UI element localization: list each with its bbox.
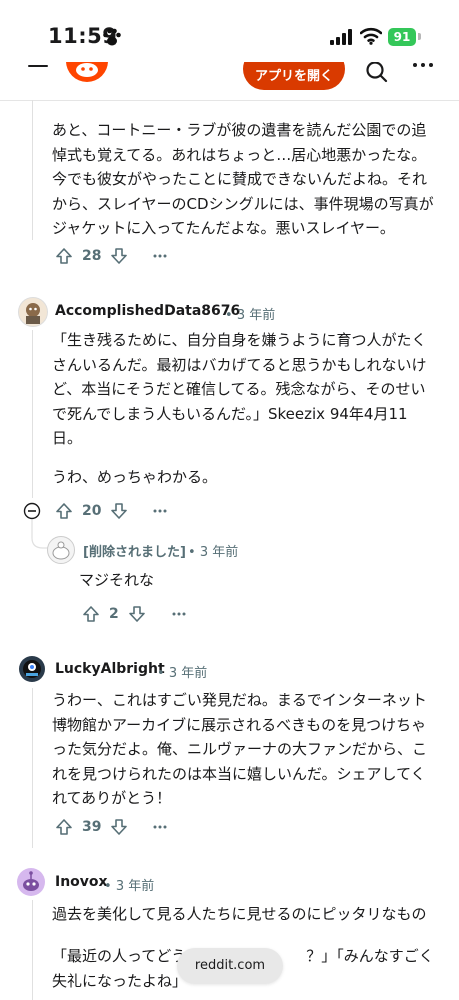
downvote-icon[interactable] xyxy=(110,818,128,836)
wifi-icon xyxy=(360,27,382,45)
comment-body: あと、コートニー・ラブが彼の遺書を読んだ公園での追悼式も覚えてる。あれはちょっと… xyxy=(52,121,434,237)
more-options-icon[interactable] xyxy=(153,254,167,258)
more-options-icon[interactable] xyxy=(153,825,167,829)
comment-actions: 39 xyxy=(55,818,255,838)
cellular-signal-icon xyxy=(330,29,352,45)
avatar-image xyxy=(23,660,41,678)
comment-actions: 28 xyxy=(55,247,255,267)
meta-dot: • xyxy=(157,666,169,681)
comment-actions: 2 xyxy=(82,605,282,625)
avatar[interactable] xyxy=(19,656,45,682)
comment-body: マジそれな xyxy=(79,571,155,589)
avatar[interactable] xyxy=(17,868,45,896)
avatar-image xyxy=(26,303,40,324)
comment-meta: • 3 年前 xyxy=(188,541,238,560)
comment-author[interactable]: LuckyAlbright xyxy=(55,661,165,677)
downvote-icon[interactable] xyxy=(110,502,128,520)
meta-dot: • xyxy=(104,879,116,894)
avatar[interactable] xyxy=(18,297,48,327)
comment-actions: 20 xyxy=(55,502,255,522)
comment-meta: • 3 年前 xyxy=(157,662,207,681)
collapse-thread-icon[interactable] xyxy=(23,502,41,520)
comment-body: 過去を美化して見る人たちに見せるのにピッタリなもの xyxy=(52,905,427,923)
meta-dot: • xyxy=(225,308,237,323)
search-icon[interactable] xyxy=(365,62,389,84)
reddit-logo-icon[interactable] xyxy=(66,62,108,82)
avatar-image xyxy=(23,871,39,891)
downvote-icon[interactable] xyxy=(110,247,128,265)
deleted-avatar-icon xyxy=(52,541,70,560)
comment-author[interactable]: AccomplishedData8676 xyxy=(55,303,240,319)
paw-icon xyxy=(103,28,121,46)
more-options-icon[interactable] xyxy=(412,62,434,68)
battery-nub xyxy=(418,33,421,40)
vote-count: 28 xyxy=(82,248,102,264)
upvote-icon[interactable] xyxy=(55,502,73,520)
comment-body: 「生き残るために、自分自身を嫌うように育つ人がたくさんいるんだ。最初はバカげてる… xyxy=(52,331,427,447)
more-options-icon[interactable] xyxy=(153,509,167,513)
app-header: アプリを開く xyxy=(0,62,459,101)
comment-author[interactable]: Inovox xyxy=(55,874,108,890)
upvote-icon[interactable] xyxy=(55,818,73,836)
vote-count: 2 xyxy=(109,606,119,622)
vote-count: 20 xyxy=(82,503,102,519)
open-app-button[interactable]: アプリを開く xyxy=(243,62,345,90)
comment-time: 3 年前 xyxy=(115,879,155,894)
comment-body: うわ、めっちゃわかる。 xyxy=(52,468,218,486)
menu-icon[interactable] xyxy=(28,62,48,72)
thread-line xyxy=(32,900,33,1000)
comment-author: [削除されました] xyxy=(83,541,186,560)
comment-time: 3 年前 xyxy=(199,545,239,560)
thread-line xyxy=(32,688,33,848)
comment-time: 3 年前 xyxy=(236,308,276,323)
domain-pill[interactable]: reddit.com xyxy=(177,948,283,984)
comment-body: うわー、これはすごい発見だね。まるでインターネット博物館かアーカイブに展示される… xyxy=(52,691,428,807)
comment-meta: • 3 年前 xyxy=(225,304,275,323)
comment-meta: • 3 年前 xyxy=(104,875,154,894)
thread-line xyxy=(32,330,33,498)
more-options-icon[interactable] xyxy=(172,612,186,616)
comment-time: 3 年前 xyxy=(168,666,208,681)
battery-indicator: 91 xyxy=(388,28,416,46)
upvote-icon[interactable] xyxy=(82,605,100,623)
snoo-icon xyxy=(76,63,98,77)
meta-dot: • xyxy=(188,545,200,560)
thread-line xyxy=(32,100,33,240)
avatar xyxy=(47,536,75,564)
deleted-author: [削除されました] xyxy=(83,545,186,560)
upvote-icon[interactable] xyxy=(55,247,73,265)
vote-count: 39 xyxy=(82,819,102,835)
status-bar: 11:59 91 xyxy=(0,0,459,62)
downvote-icon[interactable] xyxy=(128,605,146,623)
